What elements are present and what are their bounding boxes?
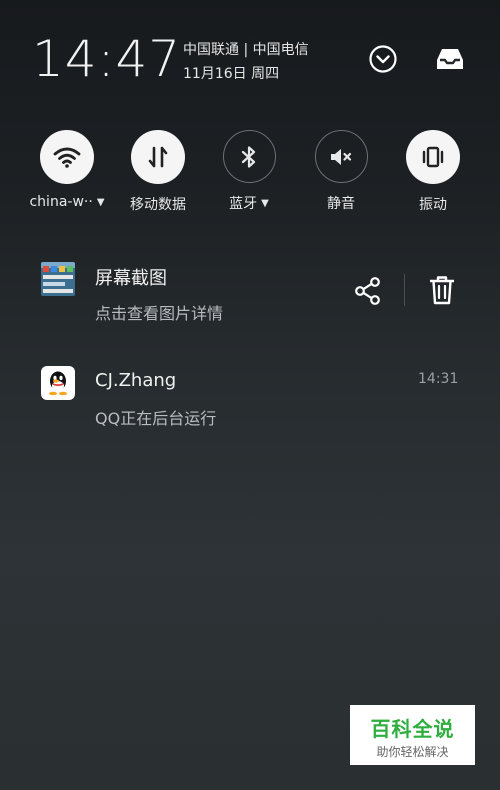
toggle-vibrate-circle[interactable]: [406, 130, 460, 184]
dropdown-triangle-icon: ▼: [96, 196, 105, 208]
toggle-bluetooth-label-row: 蓝牙 ▼: [229, 193, 269, 213]
wifi-icon: [53, 147, 81, 168]
trash-icon[interactable]: [426, 274, 458, 306]
action-divider: [404, 274, 405, 306]
bluetooth-icon: [241, 145, 256, 168]
toggle-mobile-data[interactable]: 移动数据: [113, 130, 203, 214]
toggle-wifi-label: china-w··: [29, 194, 93, 210]
notification-title[interactable]: 屏幕截图: [95, 264, 167, 290]
chevron-down-icon[interactable]: [366, 42, 400, 76]
toggle-wifi-label-row: china-w·· ▼: [29, 194, 104, 210]
vibrate-icon: [422, 146, 444, 168]
quick-toggles: china-w·· ▼ 移动数据 蓝牙 ▼ 静音 振动: [0, 130, 500, 220]
baike-watermark-logo: 百科全说 助你轻松解决: [350, 705, 475, 765]
toggle-vibrate-label: 振动: [419, 197, 447, 213]
notification-subtitle[interactable]: 点击查看图片详情: [95, 300, 223, 324]
toggle-wifi-circle[interactable]: [40, 130, 94, 184]
notification-time: 14:31: [418, 371, 459, 387]
dropdown-triangle-icon: ▼: [261, 197, 269, 209]
toggle-mute-circle[interactable]: [314, 130, 368, 183]
notification-subtitle[interactable]: QQ正在后台运行: [95, 405, 216, 429]
inbox-icon[interactable]: [433, 42, 467, 76]
clock-time: 14:47: [32, 30, 182, 88]
toggle-bluetooth-circle[interactable]: [222, 130, 276, 183]
toggle-vibrate[interactable]: 振动: [388, 130, 478, 214]
carrier-names: 中国联通 | 中国电信: [183, 42, 309, 58]
screenshot-thumbnail[interactable]: [41, 262, 75, 296]
qq-app-icon[interactable]: [41, 366, 75, 400]
mobile-data-icon: [148, 146, 168, 168]
toggle-mobile-data-label: 移动数据: [130, 197, 186, 213]
toggle-wifi[interactable]: china-w·· ▼: [22, 130, 112, 210]
toggle-mute-label: 静音: [327, 196, 355, 212]
carrier-date-block: 中国联通 | 中国电信 11月16日 周四: [183, 38, 309, 86]
toggle-bluetooth-label: 蓝牙: [229, 196, 258, 212]
toggle-mute[interactable]: 静音: [296, 130, 386, 213]
notification-title[interactable]: CJ.Zhang: [95, 370, 176, 391]
toggle-mobile-data-circle[interactable]: [131, 130, 185, 184]
watermark-title: 百科全说: [370, 717, 455, 741]
toggle-bluetooth[interactable]: 蓝牙 ▼: [204, 130, 294, 213]
watermark-subtitle: 助你轻松解决: [376, 745, 449, 759]
share-icon[interactable]: [352, 275, 384, 307]
date-text: 11月16日 周四: [183, 66, 280, 82]
mute-icon: [331, 148, 352, 165]
